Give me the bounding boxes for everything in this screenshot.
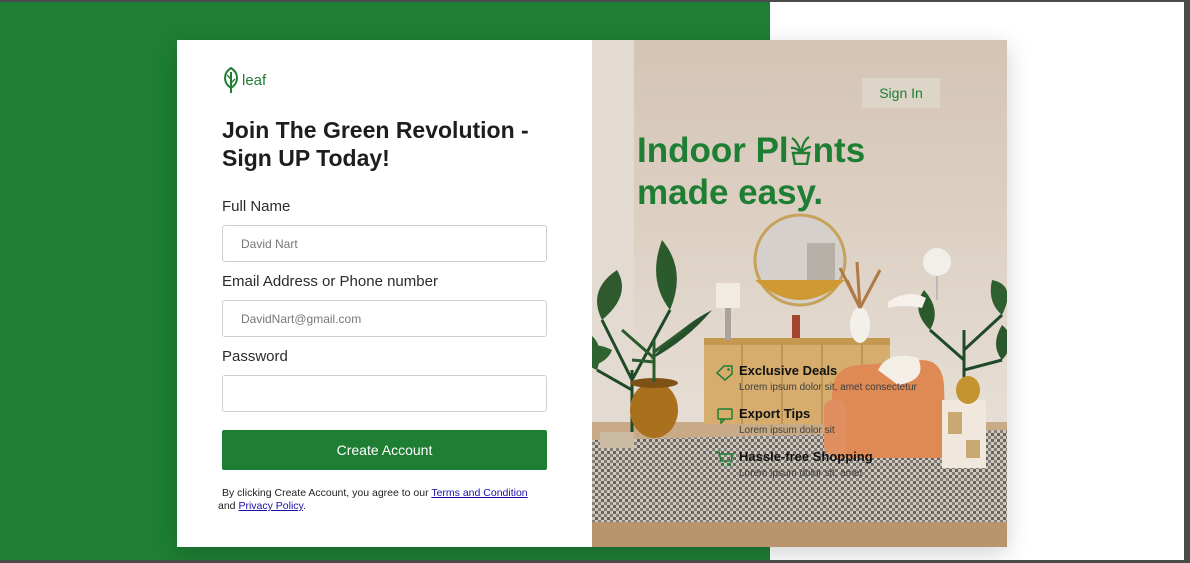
feature-description: Lorem ipsum dolor sit, amet consectetur [739,382,917,393]
signup-panel: leaf Join The Green Revolution - Sign UP… [177,40,592,547]
tag-icon [715,365,733,381]
email-input[interactable] [222,300,547,337]
privacy-link[interactable]: Privacy Policy [238,500,303,512]
terms-notice: By clicking Create Account, you agree to… [218,487,562,513]
potted-plant-icon [790,136,811,165]
full-name-input[interactable] [222,225,547,262]
password-input[interactable] [222,375,547,412]
brand-logo[interactable]: leaf [221,67,266,94]
hero-panel: Sign In Indoor Pl nts made easy. Exclusiv… [592,40,1007,547]
hero-title-part1: Indoor Pl [637,131,789,170]
email-label: Email Address or Phone number [222,273,438,290]
window-frame-right [1184,0,1190,563]
feature-description: Lorem ipsum dolor sit, amet [739,468,863,479]
password-label: Password [222,348,288,365]
hero-title-line2: made easy. [637,173,824,212]
leaf-icon [224,67,238,93]
create-account-button[interactable]: Create Account [222,430,547,470]
terms-prefix: By clicking Create Account, you agree to… [222,487,432,499]
terms-middle: and [218,500,239,512]
hero-title-part2: nts [812,131,866,170]
feature-title: Export Tips [739,406,811,421]
terms-link[interactable]: Terms and Condition [431,487,527,499]
signup-card: leaf Join The Green Revolution - Sign UP… [177,40,1007,547]
terms-suffix: . [303,500,306,512]
feature-description: Lorem ipsum dolor sit [739,425,835,436]
hero-title: Indoor Pl nts made easy. [637,130,865,214]
cart-icon [716,451,735,467]
chat-icon [717,408,733,424]
brand-name: leaf [242,72,267,89]
full-name-label: Full Name [222,198,291,215]
page-title: Join The Green Revolution - Sign UP Toda… [222,117,529,171]
sign-in-button[interactable]: Sign In [862,78,940,108]
feature-title: Exclusive Deals [739,363,838,378]
feature-title: Hassle-free Shopping [739,449,873,464]
